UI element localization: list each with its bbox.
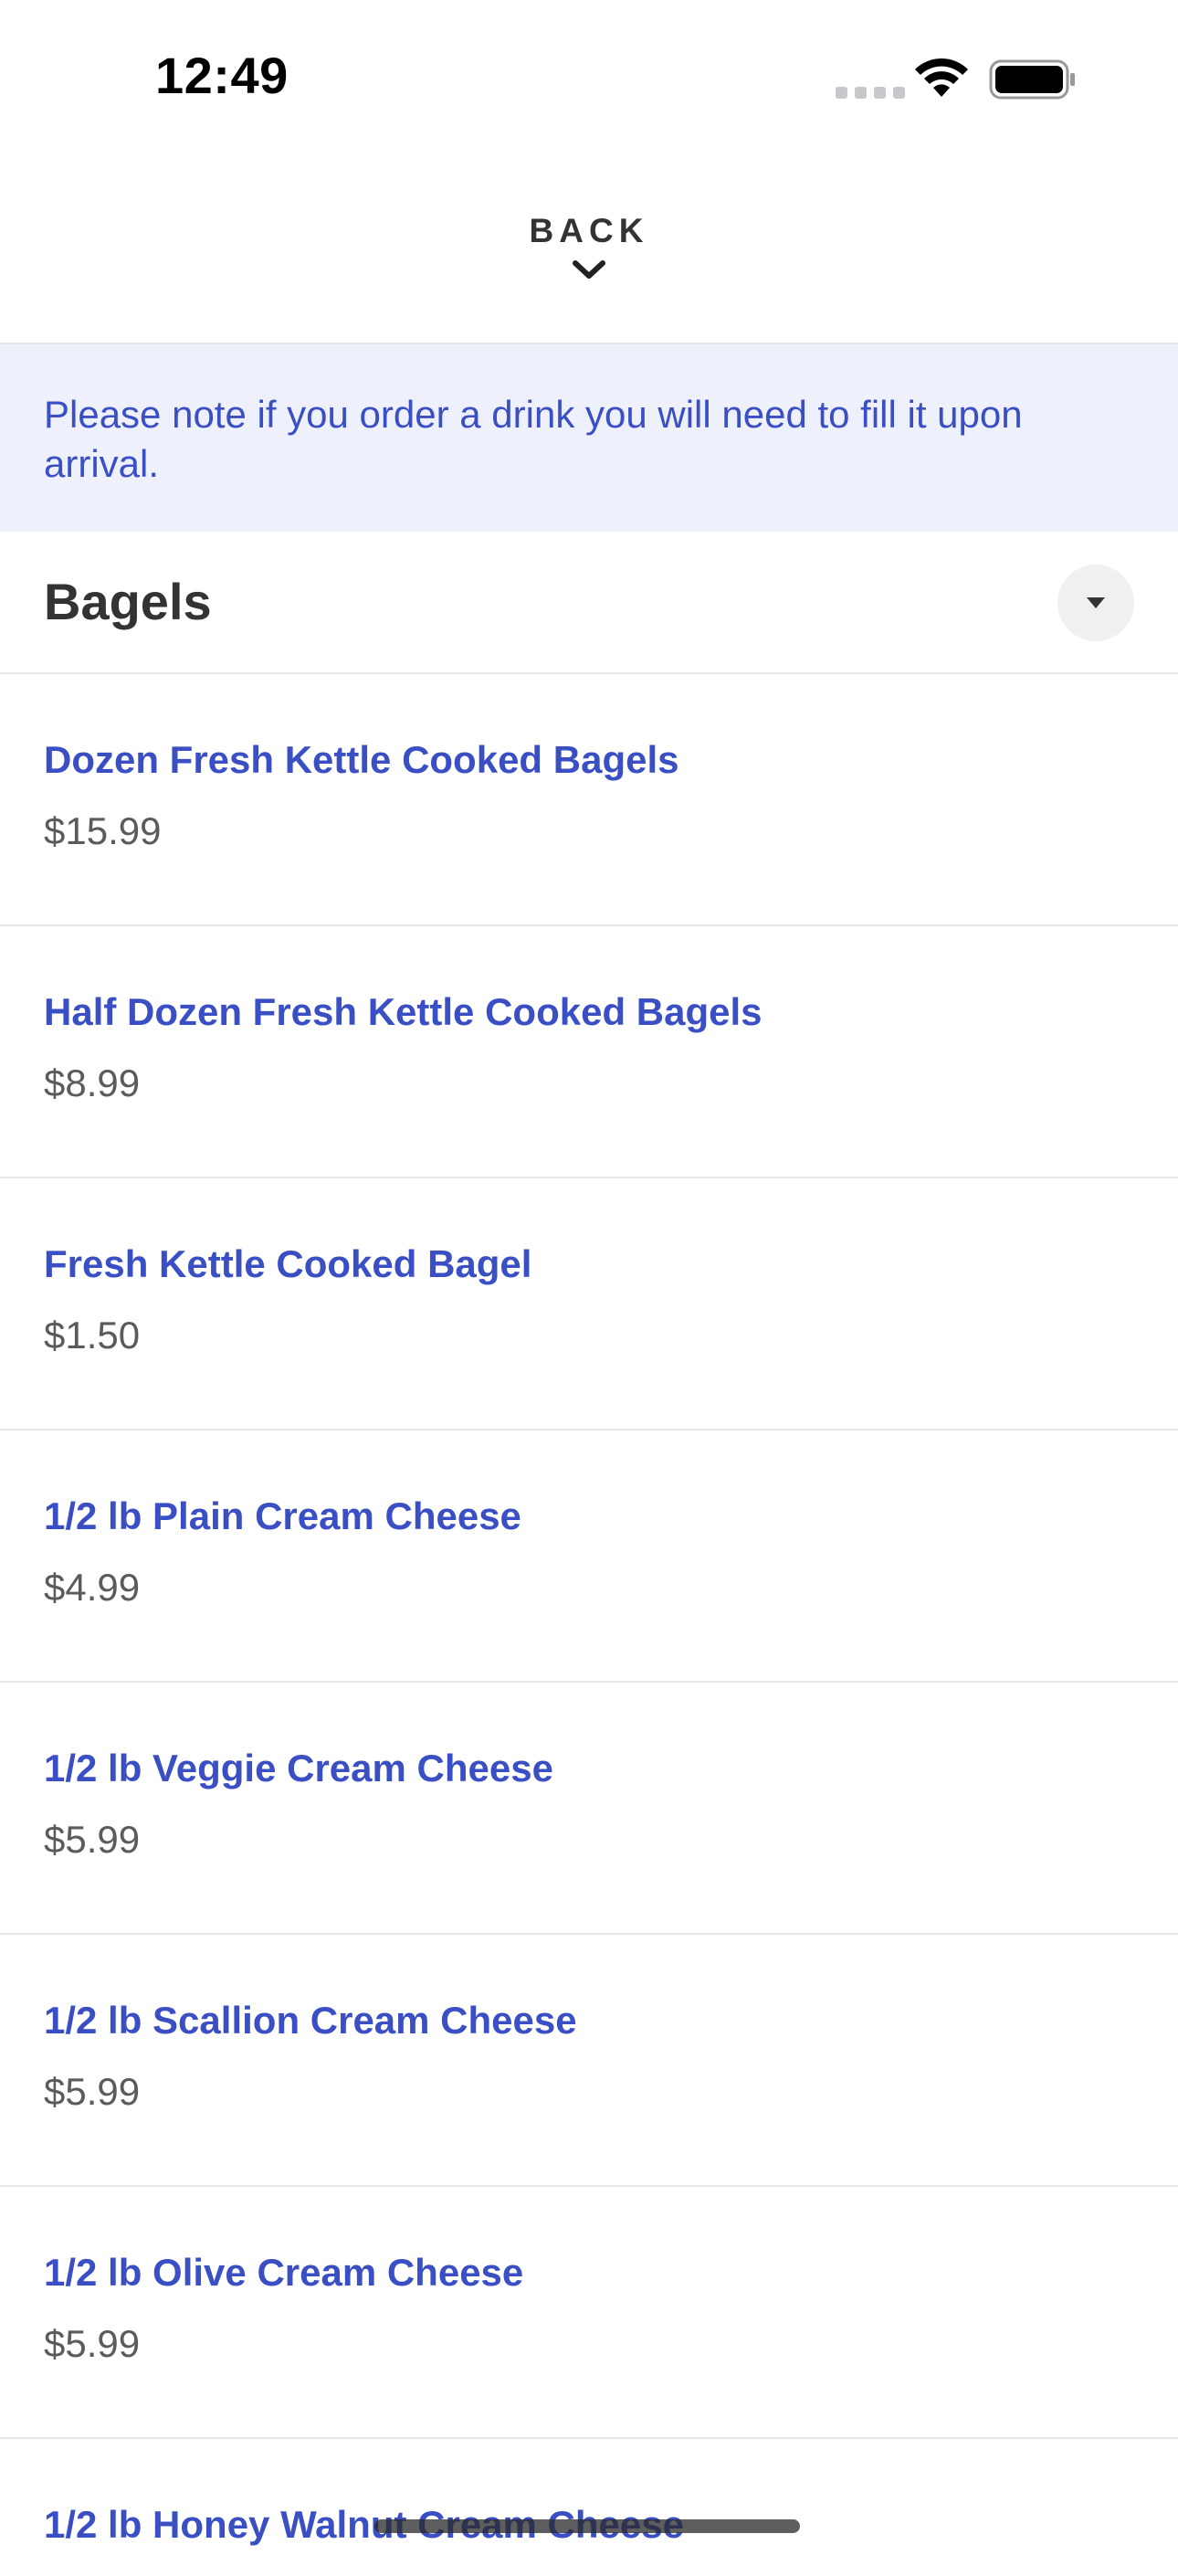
status-bar: 12:49 (0, 0, 1178, 157)
menu-item[interactable]: Fresh Kettle Cooked Bagel $1.50 (0, 1178, 1178, 1431)
caret-down-icon (1087, 597, 1105, 608)
item-price: $4.99 (44, 1566, 141, 1609)
item-name: 1/2 lb Olive Cream Cheese (44, 2251, 524, 2294)
item-name: Half Dozen Fresh Kettle Cooked Bagels (44, 990, 763, 1033)
menu-item[interactable]: 1/2 lb Veggie Cream Cheese $5.99 (0, 1683, 1178, 1935)
item-price: $5.99 (44, 2322, 141, 2365)
battery-icon (989, 59, 1075, 100)
back-button[interactable]: BACK (498, 212, 680, 312)
item-price: $5.99 (44, 2070, 141, 2113)
section-header-bagels: Bagels (0, 532, 1178, 674)
item-price: $8.99 (44, 1061, 141, 1104)
notice-text: Please note if you order a drink you wil… (44, 393, 1023, 485)
menu-item[interactable]: 1/2 lb Plain Cream Cheese $4.99 (0, 1431, 1178, 1683)
menu-item-list: Dozen Fresh Kettle Cooked Bagels $15.99 … (0, 674, 1178, 2576)
collapse-toggle-button[interactable] (1057, 565, 1134, 641)
menu-item[interactable]: 1/2 lb Scallion Cream Cheese $5.99 (0, 1935, 1178, 2187)
item-name: Fresh Kettle Cooked Bagel (44, 1242, 532, 1285)
item-price: $1.50 (44, 1314, 141, 1357)
menu-item[interactable]: 1/2 lb Honey Walnut Cream Cheese (0, 2439, 1178, 2576)
section-title: Bagels (44, 573, 212, 630)
chevron-down-icon (573, 260, 605, 279)
item-name: Dozen Fresh Kettle Cooked Bagels (44, 738, 679, 781)
menu-item[interactable]: Half Dozen Fresh Kettle Cooked Bagels $8… (0, 926, 1178, 1178)
menu-item[interactable]: Dozen Fresh Kettle Cooked Bagels $15.99 (0, 674, 1178, 926)
menu-item[interactable]: 1/2 lb Olive Cream Cheese $5.99 (0, 2187, 1178, 2439)
drink-notice-banner: Please note if you order a drink you wil… (0, 344, 1178, 532)
back-header: BACK (0, 157, 1178, 344)
status-time: 12:49 (155, 47, 289, 104)
item-price: $5.99 (44, 1818, 141, 1861)
item-name: 1/2 lb Veggie Cream Cheese (44, 1747, 553, 1789)
item-price: $15.99 (44, 809, 162, 852)
cellular-signal-icon (836, 87, 905, 99)
home-indicator[interactable] (374, 2519, 800, 2533)
wifi-icon (915, 58, 968, 97)
item-name: 1/2 lb Scallion Cream Cheese (44, 1999, 577, 2042)
back-label: BACK (529, 212, 649, 249)
item-name: 1/2 lb Plain Cream Cheese (44, 1494, 521, 1537)
